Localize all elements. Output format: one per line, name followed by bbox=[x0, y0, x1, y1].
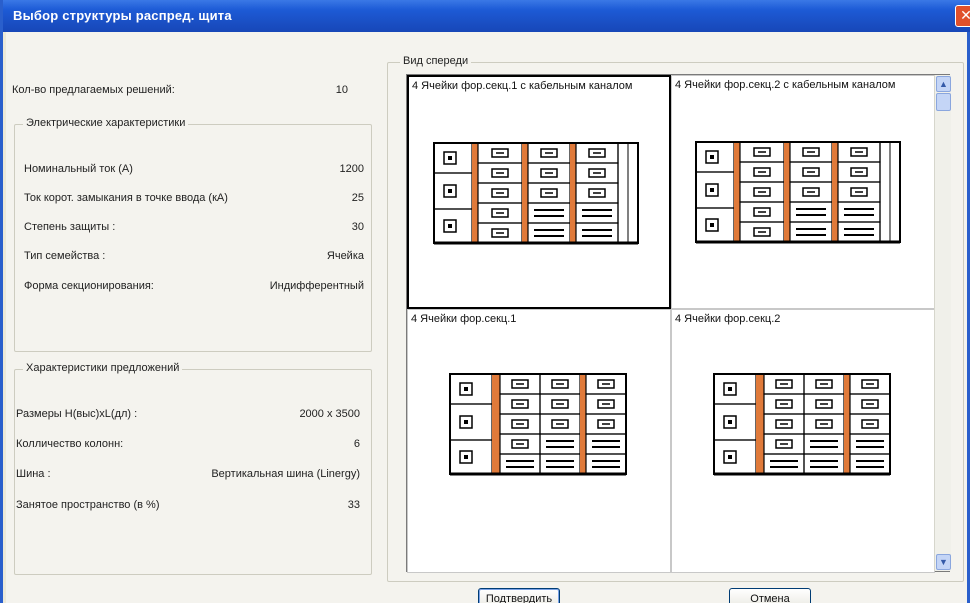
structure-option-2[interactable]: 4 Ячейки фор.секц.2 с кабельным каналом bbox=[671, 75, 935, 309]
cable-channel bbox=[580, 375, 586, 473]
structure-option-4-label: 4 Ячейки фор.секц.2 bbox=[675, 313, 781, 325]
electrical-characteristics-legend: Электрические характеристики bbox=[23, 117, 189, 129]
structure-option-1[interactable]: 4 Ячейки фор.секц.1 с кабельным каналом bbox=[407, 75, 671, 309]
cable-channel bbox=[844, 375, 850, 473]
structure-option-2-label: 4 Ячейки фор.секц.2 с кабельным каналом bbox=[675, 79, 896, 91]
board-outline bbox=[695, 141, 901, 243]
front-view-viewport: 4 Ячейки фор.секц.1 с кабельным каналом … bbox=[406, 74, 950, 573]
breaker-handle bbox=[448, 224, 452, 228]
short-circuit-current-row: Ток корот. замыкания в точке ввода (кА) … bbox=[24, 192, 364, 204]
cable-channel bbox=[734, 143, 740, 241]
breaker-handle bbox=[464, 420, 468, 424]
solutions-count-value: 10 bbox=[335, 84, 348, 96]
busbar-value: Вертикальная шина (Linergy) bbox=[211, 468, 360, 480]
cable-channel bbox=[832, 143, 838, 241]
protection-degree-value: 30 bbox=[351, 221, 364, 233]
scroll-down-icon[interactable]: ▼ bbox=[936, 554, 951, 570]
breaker-handle bbox=[464, 455, 468, 459]
occupied-space-label: Занятое пространство (в %) bbox=[16, 499, 160, 511]
breaker-handle bbox=[728, 420, 732, 424]
cable-channel bbox=[522, 144, 528, 242]
structure-option-4[interactable]: 4 Ячейки фор.секц.2 bbox=[671, 309, 935, 573]
dialog-window: Выбор структуры распред. щита ✕ Кол-во п… bbox=[0, 0, 970, 603]
columns-count-row: Колличество колонн: 6 bbox=[16, 438, 360, 450]
cancel-button[interactable]: Отмена bbox=[729, 588, 811, 603]
scroll-thumb[interactable] bbox=[936, 93, 951, 111]
breaker-handle bbox=[448, 189, 452, 193]
columns-count-value: 6 bbox=[353, 438, 360, 450]
switchboard-diagram-1 bbox=[433, 142, 639, 245]
structure-option-1-label: 4 Ячейки фор.секц.1 с кабельным каналом bbox=[412, 80, 633, 92]
breaker-handle bbox=[464, 387, 468, 391]
dimensions-label: Размеры Н(выс)хL(дл) : bbox=[16, 408, 138, 420]
breaker-handle bbox=[728, 455, 732, 459]
breaker-handle bbox=[710, 223, 714, 227]
family-type-label: Тип семейства : bbox=[24, 250, 106, 262]
vertical-scrollbar[interactable]: ▲ ▼ bbox=[934, 75, 951, 571]
protection-degree-row: Степень защиты : 30 bbox=[24, 221, 364, 233]
breaker-handle bbox=[710, 188, 714, 192]
window-title: Выбор структуры распред. щита bbox=[13, 8, 232, 23]
breaker-handle bbox=[710, 155, 714, 159]
electrical-characteristics-group: Электрические характеристики bbox=[14, 117, 372, 352]
columns-count-label: Колличество колонн: bbox=[16, 438, 124, 450]
switchboard-diagram-2 bbox=[695, 141, 901, 244]
structure-option-3[interactable]: 4 Ячейки фор.секц.1 bbox=[407, 309, 671, 573]
busbar-row: Шина : Вертикальная шина (Linergy) bbox=[16, 468, 360, 480]
switchboard-diagram-4 bbox=[713, 373, 891, 476]
title-bar[interactable]: Выбор структуры распред. щита ✕ bbox=[3, 0, 970, 32]
protection-degree-label: Степень защиты : bbox=[24, 221, 116, 233]
cable-channel bbox=[472, 144, 478, 242]
dimensions-row: Размеры Н(выс)хL(дл) : 2000 x 3500 bbox=[16, 408, 360, 420]
solutions-count-label: Кол-во предлагаемых решений: bbox=[12, 84, 175, 96]
structure-option-3-label: 4 Ячейки фор.секц.1 bbox=[411, 313, 517, 325]
board-outline bbox=[433, 142, 639, 244]
busbar-label: Шина : bbox=[16, 468, 51, 480]
cable-channel bbox=[756, 375, 764, 473]
dialog-body: Кол-во предлагаемых решений: 10 Электрич… bbox=[6, 32, 967, 603]
confirm-button[interactable]: Подтвердить bbox=[478, 588, 560, 603]
close-button[interactable]: ✕ bbox=[955, 5, 970, 27]
sectioning-form-value: Индифферентный bbox=[269, 280, 364, 292]
short-circuit-current-value: 25 bbox=[351, 192, 364, 204]
occupied-space-row: Занятое пространство (в %) 33 bbox=[16, 499, 360, 511]
family-type-row: Тип семейства : Ячейка bbox=[24, 250, 364, 262]
dimensions-value: 2000 x 3500 bbox=[299, 408, 360, 420]
solutions-count-row: Кол-во предлагаемых решений: 10 bbox=[12, 84, 348, 96]
scroll-up-icon[interactable]: ▲ bbox=[936, 76, 951, 92]
short-circuit-current-label: Ток корот. замыкания в точке ввода (кА) bbox=[24, 192, 228, 204]
cable-channel bbox=[492, 375, 500, 473]
family-type-value: Ячейка bbox=[326, 250, 364, 262]
switchboard-diagram-3 bbox=[449, 373, 627, 476]
sectioning-form-row: Форма секционирования: Индифферентный bbox=[24, 280, 364, 292]
rated-current-label: Номинальный ток (А) bbox=[24, 163, 133, 175]
breaker-handle bbox=[448, 156, 452, 160]
front-view-legend: Вид спереди bbox=[400, 55, 472, 67]
cable-channel bbox=[784, 143, 790, 241]
rated-current-value: 1200 bbox=[339, 163, 364, 175]
offer-characteristics-legend: Характеристики предложений bbox=[23, 362, 183, 374]
sectioning-form-label: Форма секционирования: bbox=[24, 280, 154, 292]
rated-current-row: Номинальный ток (А) 1200 bbox=[24, 163, 364, 175]
breaker-handle bbox=[728, 387, 732, 391]
cable-channel bbox=[570, 144, 576, 242]
occupied-space-value: 33 bbox=[347, 499, 360, 511]
